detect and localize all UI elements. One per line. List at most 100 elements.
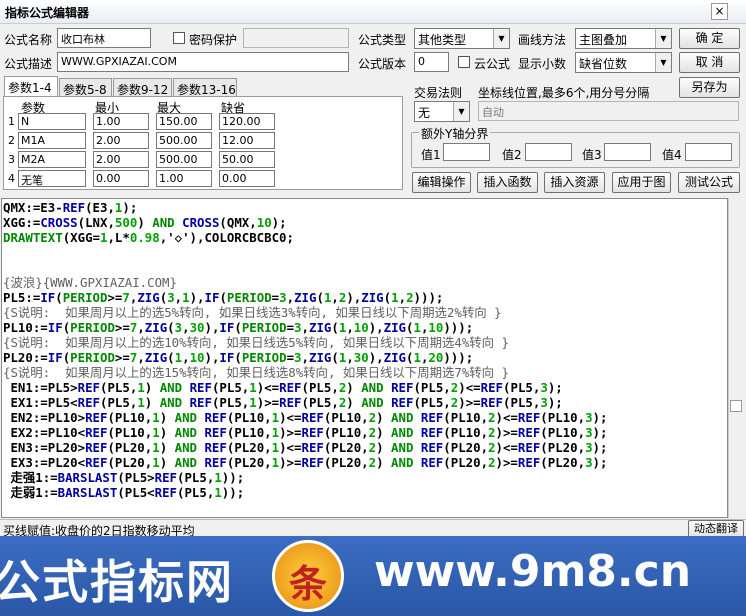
param-row-index: 2: [8, 134, 15, 147]
code-text[interactable]: QMX:=E3-REF(E3,1); XGG:=CROSS(LNX,500) AN…: [3, 200, 727, 516]
cancel-button[interactable]: 取 消: [679, 52, 740, 73]
chevron-down-icon: ▼: [655, 53, 671, 72]
y-value-4-input[interactable]: [685, 143, 732, 161]
param-default-input[interactable]: 120.00: [219, 113, 275, 130]
apply-to-chart-button[interactable]: 应用于图: [612, 172, 671, 193]
param-min-input[interactable]: 2.00: [93, 151, 149, 168]
code-line[interactable]: EX2:=PL10<REF(PL10,1) AND REF(PL10,1)>=R…: [3, 425, 727, 440]
draw-method-label: 画线方法: [518, 33, 567, 47]
tab-params-5-8[interactable]: 参数5-8: [59, 78, 112, 97]
code-line[interactable]: {S说明: 如果周月以上的选15%转向, 如果日线选8%转向, 如果日线以下周期…: [3, 365, 727, 380]
param-row-index: 3: [8, 153, 15, 166]
code-line[interactable]: EN1:=PL5>REF(PL5,1) AND REF(PL5,1)<=REF(…: [3, 380, 727, 395]
tab-params-9-12[interactable]: 参数9-12: [113, 78, 172, 97]
draw-method-select[interactable]: 主图叠加 ▼: [575, 28, 672, 49]
param-row-index: 4: [8, 172, 15, 185]
code-line[interactable]: 走强1:=BARSLAST(PL5>REF(PL5,1));: [3, 470, 727, 485]
coord-line-input[interactable]: 自动: [478, 101, 739, 121]
formula-desc-label: 公式描述: [4, 57, 53, 71]
trade-rule-label: 交易法则: [414, 86, 463, 100]
formula-desc-input[interactable]: WWW.GPXIAZAI.COM: [57, 52, 349, 72]
code-line[interactable]: QMX:=E3-REF(E3,1);: [3, 200, 727, 215]
ok-button[interactable]: 确 定: [679, 28, 740, 49]
code-line[interactable]: EN3:=PL20>REF(PL20,1) AND REF(PL20,1)<=R…: [3, 440, 727, 455]
save-as-button[interactable]: 另存为: [679, 77, 740, 98]
logo-icon: 条: [272, 540, 344, 612]
chevron-down-icon: ▼: [453, 102, 469, 121]
chevron-down-icon: ▼: [655, 29, 671, 48]
param-min-input[interactable]: 0.00: [93, 170, 149, 187]
y-value-3-input[interactable]: [604, 143, 651, 161]
chevron-down-icon: ▼: [493, 29, 509, 48]
formula-version-label: 公式版本: [358, 57, 407, 71]
tab-params-1-4[interactable]: 参数1-4: [4, 76, 58, 97]
password-input[interactable]: [243, 28, 349, 48]
param-name-input[interactable]: N: [18, 113, 86, 130]
param-min-input[interactable]: 1.00: [93, 113, 149, 130]
formula-name-input[interactable]: 收口布林: [57, 28, 151, 48]
param-name-input[interactable]: M1A: [18, 132, 86, 149]
trade-rule-select[interactable]: 无 ▼: [414, 101, 470, 122]
code-line[interactable]: {S说明: 如果周月以上的选10%转向, 如果日线选5%转向, 如果日线以下周期…: [3, 335, 727, 350]
param-max-input[interactable]: 500.00: [156, 151, 212, 168]
param-max-input[interactable]: 500.00: [156, 132, 212, 149]
trade-rule-value: 无: [418, 106, 431, 120]
code-line[interactable]: PL20:=IF(PERIOD>=7,ZIG(1,10),IF(PERIOD=3…: [3, 350, 727, 365]
formula-type-value: 其他类型: [418, 33, 467, 47]
vertical-scrollbar[interactable]: [728, 198, 745, 518]
y-value-1-label: 值1: [421, 148, 441, 162]
code-line[interactable]: PL10:=IF(PERIOD>=7,ZIG(3,30),IF(PERIOD=3…: [3, 320, 727, 335]
param-max-input[interactable]: 1.00: [156, 170, 212, 187]
code-line[interactable]: EX1:=PL5<REF(PL5,1) AND REF(PL5,1)>=REF(…: [3, 395, 727, 410]
y-value-2-label: 值2: [502, 148, 522, 162]
insert-resource-button[interactable]: 插入资源: [544, 172, 605, 193]
code-line[interactable]: PL5:=IF(PERIOD>=7,ZIG(3,1),IF(PERIOD=3,Z…: [3, 290, 727, 305]
formula-version-input[interactable]: 0: [414, 52, 449, 72]
close-icon[interactable]: ×: [711, 3, 728, 20]
y-value-1-input[interactable]: [443, 143, 490, 161]
edit-ops-button[interactable]: 编辑操作: [412, 172, 471, 193]
title-bar: 指标公式编辑器 ×: [0, 0, 746, 24]
watermark-banner: 公式指标网 条 www.9m8.cn: [0, 536, 746, 616]
code-line[interactable]: [3, 260, 727, 275]
param-max-input[interactable]: 150.00: [156, 113, 212, 130]
coord-line-label: 坐标线位置,最多6个,用分号分隔: [478, 86, 650, 100]
formula-type-label: 公式类型: [358, 33, 407, 47]
code-line[interactable]: {S说明: 如果周月以上的选5%转向, 如果日线选3%转向, 如果日线以下周期选…: [3, 305, 727, 320]
code-line[interactable]: EX3:=PL20<REF(PL20,1) AND REF(PL20,1)>=R…: [3, 455, 727, 470]
code-line[interactable]: EN2:=PL10>REF(PL10,1) AND REF(PL10,1)<=R…: [3, 410, 727, 425]
param-min-input[interactable]: 2.00: [93, 132, 149, 149]
decimals-select[interactable]: 缺省位数 ▼: [575, 52, 672, 73]
param-default-input[interactable]: 12.00: [219, 132, 275, 149]
banner-left-text: 公式指标网: [0, 555, 234, 609]
code-line[interactable]: 走弱1:=BARSLAST(PL5<REF(PL5,1));: [3, 485, 727, 500]
y-value-3-label: 值3: [582, 148, 602, 162]
scrollbar-thumb[interactable]: [730, 400, 742, 412]
code-line[interactable]: XGG:=CROSS(LNX,500) AND CROSS(QMX,10);: [3, 215, 727, 230]
password-checkbox[interactable]: [173, 32, 185, 44]
cloud-formula-checkbox[interactable]: [458, 56, 470, 68]
logo-char: 条: [288, 562, 327, 606]
code-line[interactable]: DRAWTEXT(XGG=1,L*0.98,'◇'),COLORCBCBC0;: [3, 230, 727, 245]
test-formula-button[interactable]: 测试公式: [678, 172, 740, 193]
code-line[interactable]: {波浪}{WWW.GPXIAZAI.COM}: [3, 275, 727, 290]
formula-name-label: 公式名称: [4, 33, 53, 47]
cloud-formula-label: 云公式: [474, 57, 511, 71]
param-default-input[interactable]: 50.00: [219, 151, 275, 168]
tab-params-13-16[interactable]: 参数13-16: [173, 78, 237, 97]
draw-method-value: 主图叠加: [579, 33, 628, 47]
window-title: 指标公式编辑器: [5, 6, 90, 20]
param-name-input[interactable]: M2A: [18, 151, 86, 168]
y-value-2-input[interactable]: [525, 143, 572, 161]
password-label: 密码保护: [189, 33, 238, 47]
param-name-input[interactable]: 无笔: [18, 170, 86, 187]
y-axis-group-label: 额外Y轴分界: [419, 125, 491, 142]
insert-function-button[interactable]: 插入函数: [477, 172, 538, 193]
param-default-input[interactable]: 0.00: [219, 170, 275, 187]
y-value-4-label: 值4: [662, 148, 682, 162]
formula-type-select[interactable]: 其他类型 ▼: [414, 28, 510, 49]
param-row-index: 1: [8, 115, 15, 128]
code-line[interactable]: [3, 245, 727, 260]
decimals-label: 显示小数: [518, 57, 567, 71]
banner-right-text: www.9m8.cn: [374, 546, 692, 597]
